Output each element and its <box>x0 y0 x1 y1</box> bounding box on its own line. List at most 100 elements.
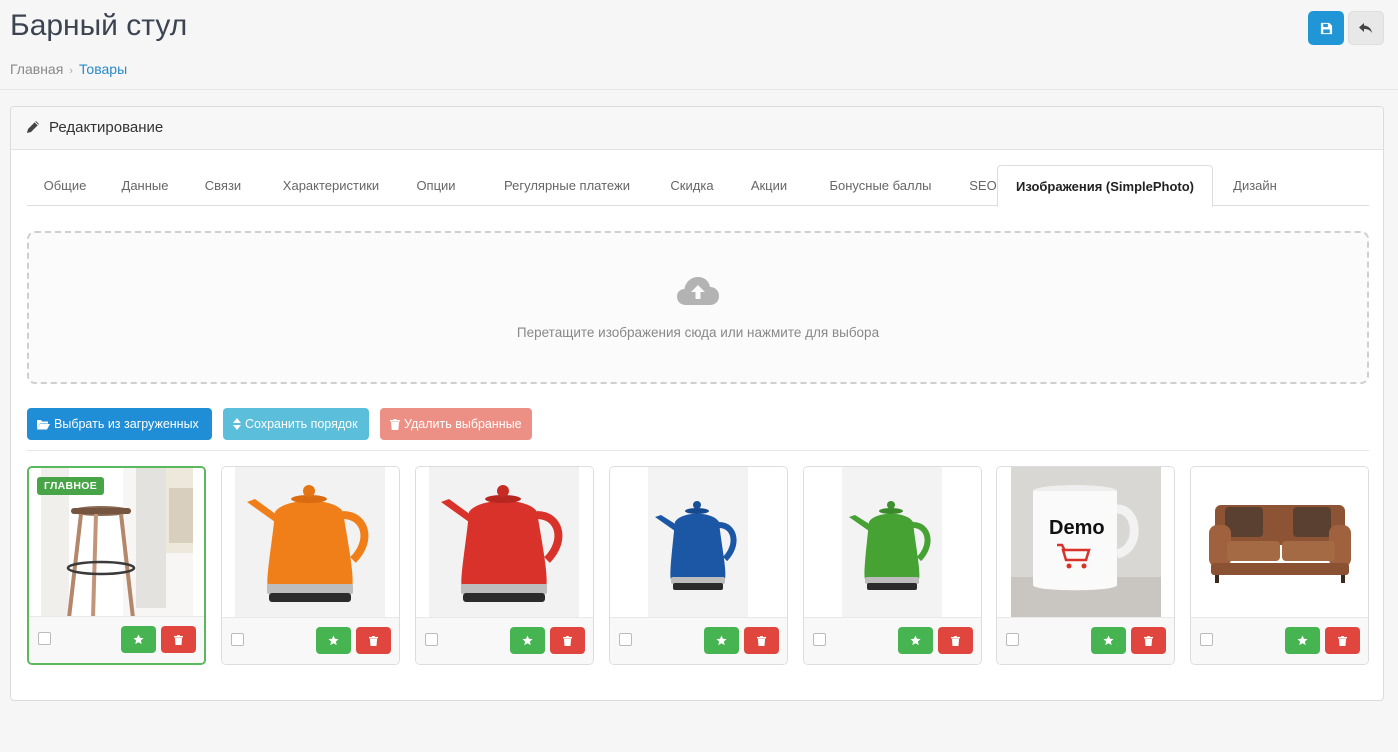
delete-image-button[interactable] <box>161 626 196 653</box>
trash-icon <box>369 635 378 646</box>
pencil-icon <box>27 121 39 133</box>
product-image <box>416 467 593 618</box>
tab-options[interactable]: Опции <box>403 165 469 206</box>
chevron-right-icon: › <box>69 65 73 77</box>
mug-print-text: Demo <box>1049 517 1105 539</box>
select-checkbox[interactable] <box>619 633 632 646</box>
select-checkbox[interactable] <box>38 632 51 645</box>
delete-image-button[interactable] <box>1325 627 1360 654</box>
breadcrumb-products[interactable]: Товары <box>79 61 127 77</box>
delete-image-button[interactable] <box>1131 627 1166 654</box>
tab-specials[interactable]: Акции <box>735 165 803 206</box>
product-image <box>610 467 787 618</box>
trash-icon <box>1144 635 1153 646</box>
image-card[interactable] <box>415 466 594 665</box>
image-card[interactable] <box>803 466 982 665</box>
star-icon <box>716 635 727 646</box>
card-footer <box>804 617 981 664</box>
star-icon <box>910 635 921 646</box>
tab-links[interactable]: Связи <box>188 165 258 206</box>
image-card[interactable] <box>609 466 788 665</box>
set-main-button[interactable] <box>704 627 739 654</box>
breadcrumb: Главная › Товары <box>10 61 127 77</box>
main-badge: ГЛАВНОЕ <box>37 477 105 495</box>
save-order-button[interactable]: Сохранить порядок <box>223 408 369 440</box>
page-header: Барный стул Главная › Товары <box>0 0 1398 90</box>
star-icon <box>133 634 144 645</box>
mug-photo <box>1011 467 1161 618</box>
panel-heading: Редактирование <box>11 107 1383 150</box>
tab-discount[interactable]: Скидка <box>655 165 729 206</box>
delete-image-button[interactable] <box>356 627 391 654</box>
product-image <box>222 467 399 618</box>
image-dropzone[interactable]: Перетащите изображения сюда или нажмите … <box>27 231 1369 384</box>
card-footer <box>997 617 1174 664</box>
select-checkbox[interactable] <box>425 633 438 646</box>
delete-image-button[interactable] <box>744 627 779 654</box>
product-image <box>804 467 981 618</box>
back-button[interactable] <box>1348 11 1384 45</box>
divider <box>27 450 1369 451</box>
star-icon <box>522 635 533 646</box>
tab-general[interactable]: Общие <box>27 165 103 206</box>
set-main-button[interactable] <box>1091 627 1126 654</box>
dropzone-text: Перетащите изображения сюда или нажмите … <box>516 325 880 340</box>
card-footer <box>610 617 787 664</box>
cloud-upload-icon <box>677 277 719 305</box>
image-card[interactable]: Demo <box>996 466 1175 665</box>
card-footer <box>29 616 204 663</box>
breadcrumb-home[interactable]: Главная <box>10 61 63 77</box>
product-image: Demo <box>997 467 1174 618</box>
trash-icon <box>390 418 400 430</box>
tab-reward-points[interactable]: Бонусные баллы <box>808 165 953 206</box>
delete-image-button[interactable] <box>938 627 973 654</box>
card-footer <box>416 617 593 664</box>
floppy-disk-icon <box>1320 22 1332 34</box>
image-card[interactable]: ГЛАВНОЕ <box>27 466 206 665</box>
save-order-label: Сохранить порядок <box>245 417 358 431</box>
set-main-button[interactable] <box>316 627 351 654</box>
tab-bar: Общие Данные Связи Характеристики Опции … <box>27 165 1369 207</box>
choose-uploaded-label: Выбрать из загруженных <box>54 417 199 431</box>
star-icon <box>1103 635 1114 646</box>
card-footer <box>222 617 399 664</box>
trash-icon <box>951 635 960 646</box>
edit-panel: Редактирование Общие Данные Связи Характ… <box>10 106 1384 701</box>
save-button[interactable] <box>1308 11 1344 45</box>
kettle-photo <box>623 467 773 618</box>
sort-icon <box>233 418 241 430</box>
set-main-button[interactable] <box>1285 627 1320 654</box>
reply-icon <box>1359 23 1372 33</box>
page-title: Барный стул <box>10 9 188 42</box>
tab-recurring[interactable]: Регулярные платежи <box>485 165 649 206</box>
product-image <box>1191 467 1368 618</box>
image-card[interactable] <box>221 466 400 665</box>
set-main-button[interactable] <box>121 626 156 653</box>
tab-design[interactable]: Дизайн <box>1219 165 1291 206</box>
trash-icon <box>563 635 572 646</box>
set-main-button[interactable] <box>510 627 545 654</box>
select-checkbox[interactable] <box>231 633 244 646</box>
trash-icon <box>757 635 766 646</box>
choose-uploaded-button[interactable]: Выбрать из загруженных <box>27 408 212 440</box>
delete-image-button[interactable] <box>550 627 585 654</box>
trash-icon <box>174 634 183 645</box>
panel-title: Редактирование <box>49 119 164 136</box>
trash-icon <box>1338 635 1347 646</box>
sofa-photo <box>1205 467 1355 618</box>
tab-attributes[interactable]: Характеристики <box>264 165 398 206</box>
set-main-button[interactable] <box>898 627 933 654</box>
tab-data[interactable]: Данные <box>108 165 182 206</box>
kettle-photo <box>429 467 579 618</box>
star-icon <box>328 635 339 646</box>
image-card[interactable] <box>1190 466 1369 665</box>
select-checkbox[interactable] <box>1200 633 1213 646</box>
delete-selected-button[interactable]: Удалить выбранные <box>380 408 532 440</box>
star-icon <box>1297 635 1308 646</box>
select-checkbox[interactable] <box>1006 633 1019 646</box>
tab-images[interactable]: Изображения (SimplePhoto) <box>997 165 1213 207</box>
folder-open-icon <box>37 419 50 429</box>
select-checkbox[interactable] <box>813 633 826 646</box>
kettle-photo <box>817 467 967 618</box>
delete-selected-label: Удалить выбранные <box>404 417 522 431</box>
